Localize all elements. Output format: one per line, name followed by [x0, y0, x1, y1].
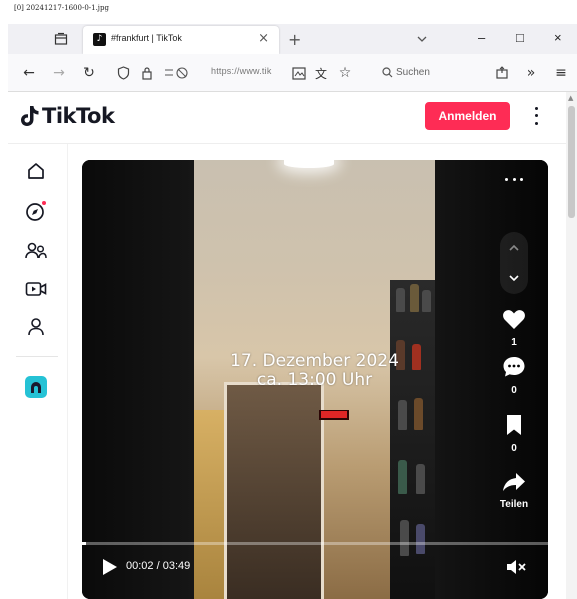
new-tab-button[interactable]: +	[288, 30, 301, 49]
explore-icon[interactable]	[25, 200, 47, 222]
login-button[interactable]: Anmelden	[425, 102, 510, 130]
chevron-down-icon[interactable]	[416, 30, 428, 49]
close-window-button[interactable]: ×	[554, 30, 562, 45]
back-arrow-icon[interactable]: ←	[20, 64, 38, 82]
tiktok-logo[interactable]: TikTok	[20, 104, 115, 128]
url-field[interactable]: https://www.tik	[211, 66, 272, 76]
home-icon[interactable]	[25, 160, 47, 182]
browser-nav-bar: ← → ↻ https://www.tik 文 ☆ Suchen » ≡	[8, 54, 577, 92]
time-separator: /	[153, 560, 163, 572]
heart-icon	[503, 310, 525, 329]
extensions-icon[interactable]	[493, 64, 511, 82]
like-count: 1	[511, 337, 517, 348]
like-button[interactable]: 1	[488, 308, 540, 348]
profile-icon[interactable]	[25, 316, 47, 338]
more-options-icon[interactable]	[528, 105, 544, 127]
menu-button[interactable]: ≡	[552, 64, 570, 82]
overflow-button[interactable]: »	[522, 64, 540, 82]
bookmark-star-icon[interactable]: ☆	[336, 64, 354, 82]
explore-badge	[42, 201, 46, 205]
next-video-icon[interactable]	[508, 272, 520, 284]
sidebar-divider	[16, 356, 58, 357]
bookmark-icon	[507, 415, 521, 435]
browser-tab-bar: ♪ #frankfurt | TikTok × + – □ ×	[8, 24, 577, 54]
lock-icon[interactable]	[138, 64, 156, 82]
translate-icon[interactable]: 文	[312, 64, 330, 82]
video-overlay-text: 17. Dezember 2024 ca. 13:00 Uhr	[194, 352, 435, 390]
tiktok-page: TikTok Anmelden 17. Dezember 2024 ca. 13…	[8, 92, 566, 599]
duration: 03:49	[162, 560, 191, 572]
comment-count: 0	[511, 385, 517, 396]
live-icon[interactable]	[25, 278, 47, 300]
tiktok-favicon-icon: ♪	[93, 33, 106, 46]
video-door	[224, 382, 324, 599]
video-player[interactable]: 17. Dezember 2024 ca. 13:00 Uhr 1 0 0 Te…	[82, 160, 548, 599]
reload-icon[interactable]: ↻	[80, 64, 98, 82]
video-more-icon[interactable]	[505, 178, 523, 182]
following-icon[interactable]	[25, 240, 47, 262]
tab-list-icon[interactable]	[52, 30, 70, 48]
reader-view-icon[interactable]	[290, 64, 308, 82]
video-time: 00:02 / 03:49	[126, 560, 190, 572]
shield-icon[interactable]	[114, 64, 132, 82]
video-progress-bar[interactable]	[82, 542, 548, 545]
previous-video-icon[interactable]	[508, 242, 520, 254]
share-icon	[503, 473, 525, 491]
live-room-avatar-icon[interactable]	[25, 376, 47, 398]
play-icon[interactable]	[102, 558, 118, 576]
search-placeholder: Suchen	[396, 67, 430, 78]
page-scrollbar[interactable]: ▲	[566, 92, 577, 599]
permissions-icon[interactable]	[162, 64, 192, 82]
video-progress-fill	[82, 542, 87, 545]
share-label: Teilen	[499, 499, 529, 510]
share-button[interactable]: Teilen	[488, 472, 540, 510]
bottle-shelf	[390, 280, 435, 599]
comment-icon	[503, 357, 525, 377]
minimize-button[interactable]: –	[478, 30, 485, 45]
comment-button[interactable]: 0	[488, 356, 540, 396]
video-navigation	[500, 232, 528, 294]
logo-text: TikTok	[42, 104, 115, 128]
favorite-button[interactable]: 0	[488, 414, 540, 454]
scroll-thumb[interactable]	[568, 106, 575, 218]
tiktok-header: TikTok Anmelden	[8, 92, 566, 144]
overlay-date: 17. Dezember 2024	[230, 351, 399, 371]
image-caption: [0] 20241217-1600-0-1.jpg	[14, 4, 109, 12]
muted-speaker-icon[interactable]	[506, 558, 528, 576]
favorite-count: 0	[511, 443, 517, 454]
forward-arrow-icon[interactable]: →	[50, 64, 68, 82]
search-input[interactable]: Suchen	[376, 60, 484, 86]
maximize-button[interactable]: □	[516, 30, 524, 45]
tab-title: #frankfurt | TikTok	[111, 33, 182, 43]
sidebar	[8, 144, 68, 599]
browser-tab-active[interactable]: ♪ #frankfurt | TikTok ×	[83, 26, 279, 54]
scroll-up-icon[interactable]: ▲	[568, 94, 573, 102]
overlay-time: ca. 13:00 Uhr	[256, 370, 373, 390]
digital-clock	[319, 410, 349, 420]
current-time: 00:02	[126, 560, 154, 572]
tab-close-button[interactable]: ×	[258, 31, 269, 46]
search-icon	[382, 67, 393, 78]
tiktok-note-icon	[21, 106, 39, 126]
